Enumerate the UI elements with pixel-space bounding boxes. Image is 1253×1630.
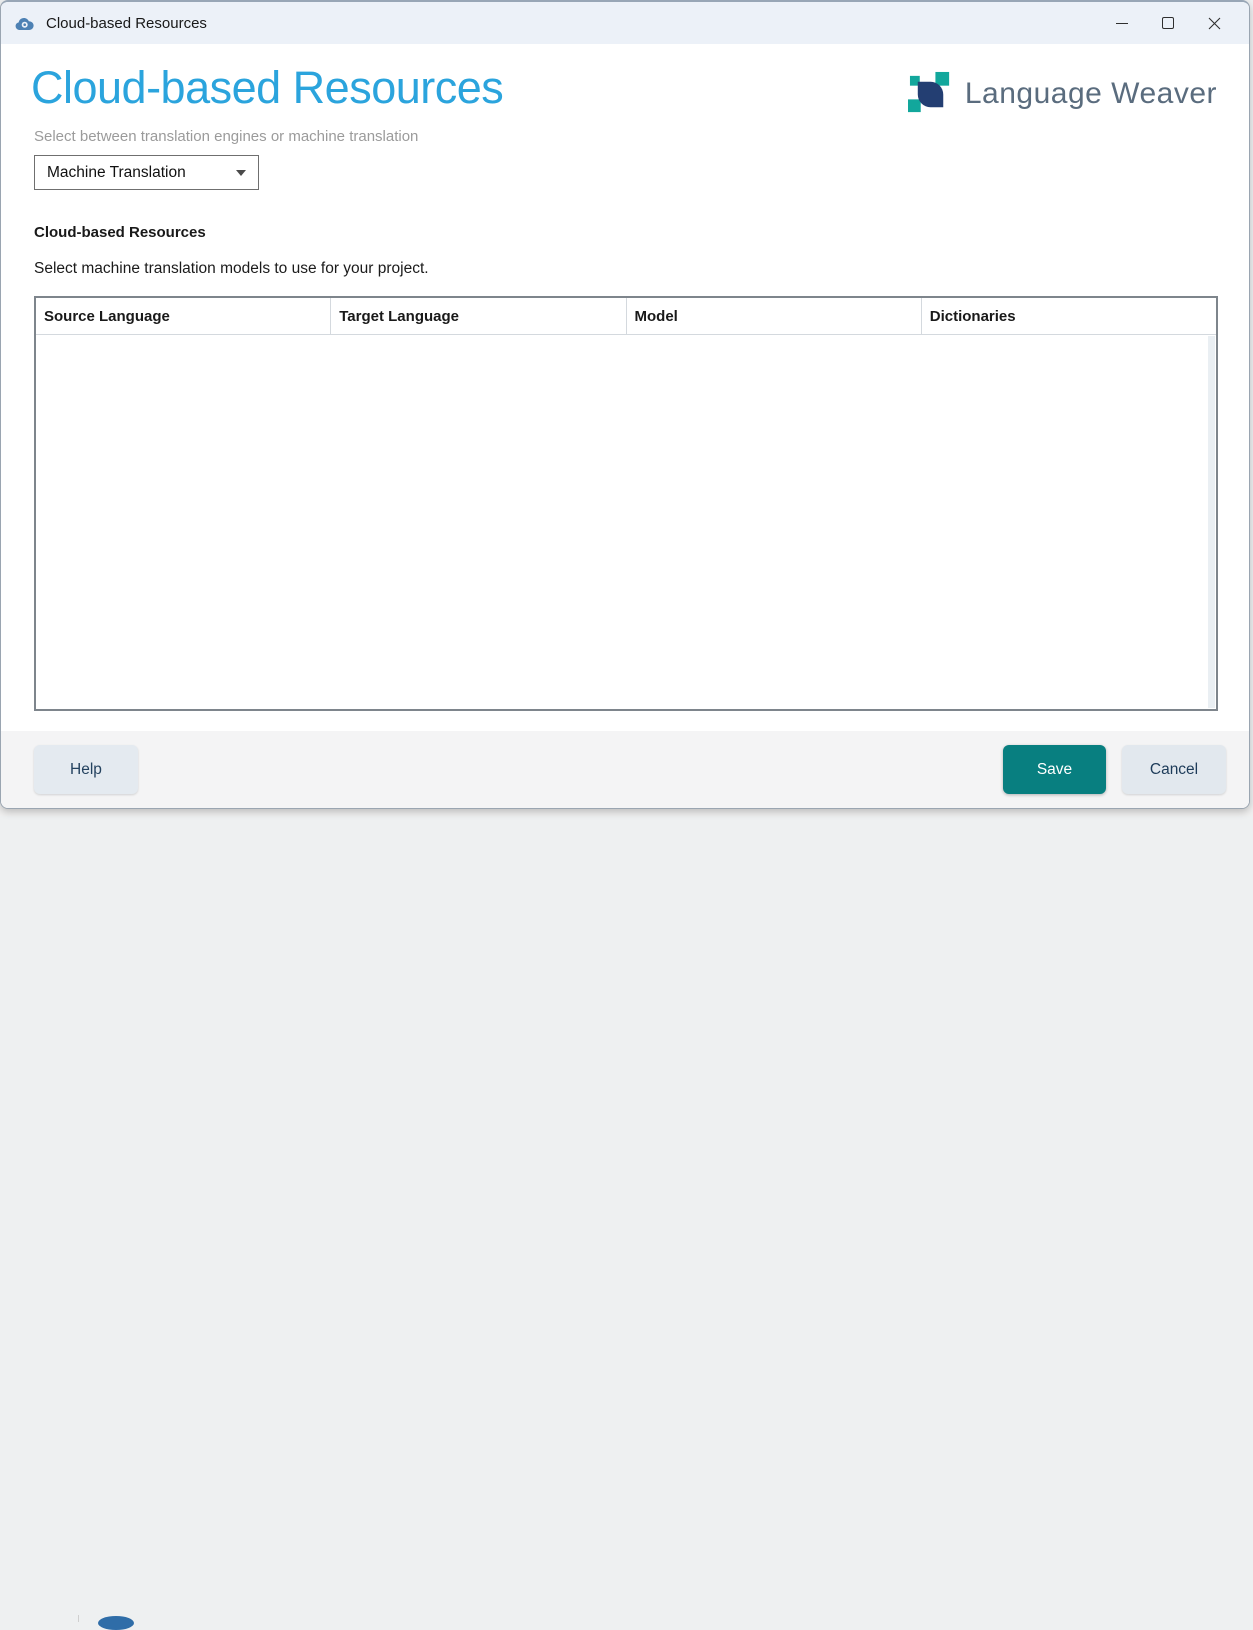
minimize-icon [1116, 23, 1128, 24]
engine-type-dropdown[interactable]: Machine Translation [34, 155, 259, 190]
close-button[interactable] [1191, 2, 1237, 44]
column-header-source-language[interactable]: Source Language [36, 298, 331, 334]
background-divider [78, 1615, 79, 1622]
titlebar[interactable]: Cloud-based Resources [1, 2, 1249, 44]
close-icon [1208, 17, 1221, 30]
column-header-dictionaries[interactable]: Dictionaries [922, 298, 1216, 334]
cloud-resources-dialog: Cloud-based Resources Cloud-based Resour… [0, 0, 1250, 809]
column-header-model[interactable]: Model [627, 298, 922, 334]
window-title: Cloud-based Resources [46, 15, 207, 32]
window-controls [1099, 2, 1249, 44]
chevron-down-icon [236, 170, 246, 176]
help-button[interactable]: Help [34, 745, 138, 794]
scrollbar-track [1208, 336, 1215, 708]
minimize-button[interactable] [1099, 2, 1145, 44]
brand-logo: Language Weaver [908, 70, 1217, 117]
cancel-button[interactable]: Cancel [1122, 745, 1226, 794]
section-title: Cloud-based Resources [34, 224, 206, 241]
language-weaver-mark-icon [908, 70, 955, 117]
table-header-row: Source Language Target Language Model Di… [36, 298, 1216, 335]
maximize-button[interactable] [1145, 2, 1191, 44]
page-title: Cloud-based Resources [31, 62, 503, 114]
engine-type-value: Machine Translation [47, 164, 186, 182]
section-description: Select machine translation models to use… [34, 260, 429, 278]
maximize-icon [1162, 17, 1174, 29]
save-button[interactable]: Save [1003, 745, 1106, 794]
page-subtitle: Select between translation engines or ma… [34, 128, 418, 145]
brand-name: Language Weaver [965, 77, 1217, 111]
background-window-icon [98, 1616, 134, 1630]
column-header-target-language[interactable]: Target Language [331, 298, 626, 334]
footer-bar: Help Save Cancel [1, 731, 1249, 808]
table-body-empty [36, 335, 1216, 709]
resources-table: Source Language Target Language Model Di… [34, 296, 1218, 711]
cloud-sync-icon [15, 15, 35, 31]
